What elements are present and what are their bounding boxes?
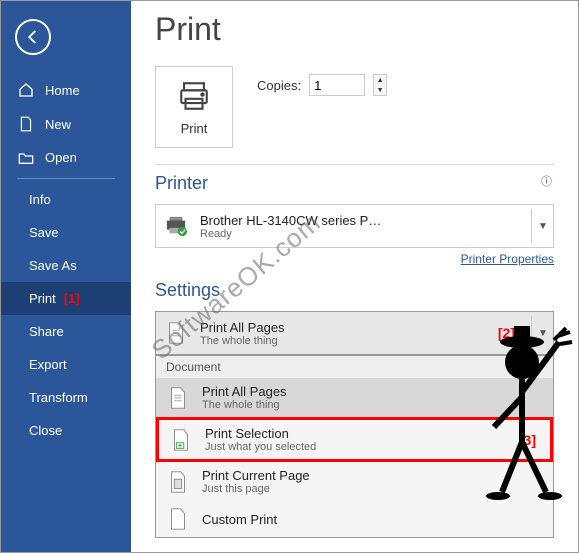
- printer-section-title: Printer: [155, 173, 554, 194]
- annotation-marker-2: [2]: [498, 325, 515, 341]
- printer-status-icon: [162, 215, 190, 237]
- sidebar-item-label: Home: [45, 83, 80, 98]
- copies-up-button[interactable]: ▲: [374, 75, 386, 85]
- info-icon[interactable]: ⓘ: [539, 171, 554, 191]
- settings-menu: Document Print All Pages The whole thing…: [155, 355, 554, 538]
- sidebar-item-label: Info: [29, 192, 51, 207]
- copies-down-button[interactable]: ▼: [374, 85, 386, 95]
- chevron-down-icon: ▼: [531, 209, 547, 243]
- backstage-sidebar: Home New Open Info Save Save As Print [1…: [1, 1, 131, 552]
- home-icon: [17, 82, 35, 98]
- printer-dropdown[interactable]: Brother HL-3140CW series P… Ready ▼: [155, 204, 554, 248]
- printer-properties-link[interactable]: Printer Properties: [461, 252, 554, 266]
- sidebar-item-close[interactable]: Close: [1, 414, 131, 447]
- sidebar-item-new[interactable]: New: [1, 107, 131, 141]
- sidebar-item-label: Close: [29, 423, 62, 438]
- menu-item-custom-print[interactable]: Custom Print: [156, 501, 553, 537]
- copies-label: Copies:: [257, 78, 301, 93]
- sidebar-item-transform[interactable]: Transform: [1, 381, 131, 414]
- settings-section-title: Settings: [155, 280, 554, 301]
- menu-item-print-current[interactable]: Print Current Page Just this page: [156, 462, 553, 501]
- sidebar-item-print[interactable]: Print [1]: [1, 282, 131, 315]
- section-divider: [155, 164, 554, 165]
- sidebar-divider: [17, 178, 115, 179]
- menu-item-print-selection[interactable]: Print Selection Just what you selected […: [156, 417, 553, 462]
- printer-name: Brother HL-3140CW series P…: [200, 213, 521, 228]
- menu-item-title: Print Current Page: [202, 468, 545, 483]
- arrow-left-icon: [24, 28, 42, 46]
- sidebar-item-label: Share: [29, 324, 64, 339]
- copies-input[interactable]: [309, 74, 365, 96]
- sidebar-item-label: Export: [29, 357, 67, 372]
- sidebar-item-label: New: [45, 117, 71, 132]
- sidebar-item-label: Print: [29, 291, 56, 306]
- menu-item-sub: Just this page: [202, 483, 545, 495]
- settings-dropdown[interactable]: Print All Pages The whole thing [2] ▼: [155, 311, 554, 355]
- settings-dropdown-title: Print All Pages: [200, 320, 488, 335]
- sidebar-item-label: Save: [29, 225, 59, 240]
- back-button[interactable]: [15, 19, 51, 55]
- sidebar-item-saveas[interactable]: Save As: [1, 249, 131, 282]
- printer-icon: [176, 79, 212, 113]
- annotation-marker-3: [3]: [519, 432, 536, 448]
- menu-item-sub: The whole thing: [202, 399, 545, 411]
- sidebar-item-save[interactable]: Save: [1, 216, 131, 249]
- page-selection-icon: [167, 428, 195, 452]
- annotation-marker-1: [1]: [64, 291, 80, 306]
- page-title: Print: [155, 11, 554, 48]
- menu-item-title: Custom Print: [202, 512, 545, 527]
- main-panel: Print Print Copies: ▲ ▼ ⓘ Printer Brothe…: [131, 1, 578, 552]
- sidebar-item-home[interactable]: Home: [1, 73, 131, 107]
- chevron-down-icon: ▼: [531, 316, 547, 350]
- page-current-icon: [164, 470, 192, 494]
- sidebar-item-export[interactable]: Export: [1, 348, 131, 381]
- sidebar-item-label: Transform: [29, 390, 88, 405]
- folder-open-icon: [17, 151, 35, 165]
- settings-dropdown-sub: The whole thing: [200, 335, 488, 347]
- document-icon: [17, 116, 35, 132]
- menu-group-header: Document: [156, 356, 553, 378]
- menu-item-title: Print All Pages: [202, 384, 545, 399]
- sidebar-item-label: Save As: [29, 258, 77, 273]
- sidebar-item-label: Open: [45, 150, 77, 165]
- print-button-label: Print: [181, 121, 208, 136]
- sidebar-item-share[interactable]: Share: [1, 315, 131, 348]
- menu-item-sub: Just what you selected: [205, 441, 509, 453]
- page-icon: [164, 386, 192, 410]
- sidebar-item-info[interactable]: Info: [1, 183, 131, 216]
- menu-item-print-all[interactable]: Print All Pages The whole thing: [156, 378, 553, 417]
- menu-item-title: Print Selection: [205, 426, 509, 441]
- print-button[interactable]: Print: [155, 66, 233, 148]
- sidebar-item-open[interactable]: Open: [1, 141, 131, 174]
- printer-status: Ready: [200, 228, 521, 240]
- page-icon: [162, 321, 190, 345]
- page-custom-icon: [164, 507, 192, 531]
